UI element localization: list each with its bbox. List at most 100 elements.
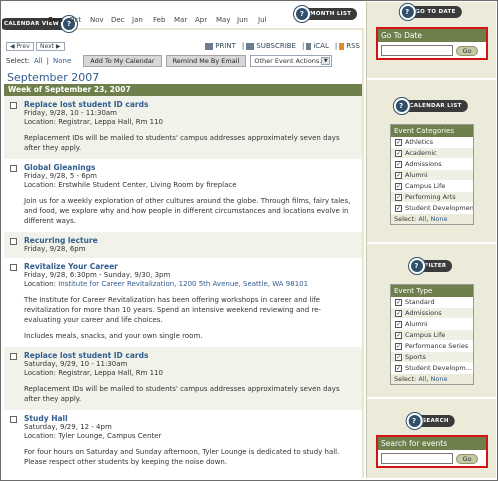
- print-link[interactable]: PRINT: [205, 42, 236, 50]
- ical-link[interactable]: | iCAL: [302, 42, 329, 50]
- checkbox[interactable]: ✓: [395, 320, 402, 328]
- go-to-date-pill[interactable]: ? GO TO DATE: [399, 4, 462, 20]
- month-list-button[interactable]: ? MONTH LIST: [294, 6, 358, 22]
- event-description: Includes meals, snacks, and your own sin…: [24, 332, 203, 340]
- event-location: Location: Registrar, Leppa Hall, Rm 110: [24, 118, 356, 127]
- event-type-item[interactable]: ✓ Alumni: [391, 319, 473, 330]
- month-link[interactable]: Dec: [111, 16, 132, 24]
- item-label: Academic: [405, 149, 437, 157]
- subscribe-link[interactable]: | SUBSCRIBE: [242, 42, 296, 50]
- event-checkbox[interactable]: [10, 102, 17, 109]
- type-select-none[interactable]: None: [431, 375, 448, 383]
- category-item[interactable]: ✓ Student Development: [391, 203, 473, 214]
- category-item[interactable]: ✓ Campus Life: [391, 181, 473, 192]
- month-link[interactable]: Jul: [258, 16, 279, 24]
- event-title[interactable]: Replace lost student ID cards: [24, 351, 356, 360]
- category-item[interactable]: ✓ Performing Arts: [391, 192, 473, 203]
- rss-link[interactable]: | RSS: [335, 42, 360, 50]
- event-description: The Institute for Career Revitalization …: [24, 296, 321, 324]
- other-actions-select[interactable]: Other Event Actions... ▼: [250, 55, 333, 67]
- checkbox[interactable]: ✓: [395, 309, 402, 317]
- checkbox[interactable]: ✓: [395, 364, 402, 372]
- search-input[interactable]: [381, 453, 453, 464]
- item-label: Performing Arts: [405, 193, 456, 201]
- calendar-icon: [246, 42, 255, 50]
- type-select-all[interactable]: All: [418, 375, 426, 383]
- checkbox[interactable]: ✓: [395, 160, 402, 168]
- calendar-list-pill[interactable]: ? CALENDAR LIST: [393, 98, 468, 114]
- checkbox[interactable]: ✓: [395, 138, 402, 146]
- event-item: Replace lost student ID cards Saturday, 9…: [4, 347, 362, 410]
- category-item[interactable]: ✓ Alumni: [391, 170, 473, 181]
- month-link[interactable]: Sep: [48, 16, 69, 24]
- item-label: Sports: [405, 353, 426, 361]
- add-to-calendar-button[interactable]: Add To My Calendar: [83, 55, 162, 67]
- date-input[interactable]: [381, 45, 453, 56]
- event-title[interactable]: Study Hall: [24, 414, 356, 423]
- event-type-item[interactable]: ✓ Performance Series: [391, 341, 473, 352]
- checkbox[interactable]: ✓: [395, 353, 402, 361]
- event-title[interactable]: Replace lost student ID cards: [24, 100, 356, 109]
- event-time: Friday, 9/28, 5 - 6pm: [24, 172, 97, 180]
- remind-by-email-button[interactable]: Remind Me By Email: [165, 55, 247, 67]
- event-checkbox[interactable]: [10, 238, 17, 245]
- checkbox[interactable]: ✓: [395, 149, 402, 157]
- checkbox[interactable]: ✓: [395, 182, 402, 190]
- event-type-item[interactable]: ✓ Admissions: [391, 308, 473, 319]
- location-prefix: Location:: [24, 118, 59, 126]
- category-item[interactable]: ✓ Athletics: [391, 137, 473, 148]
- printer-icon: [205, 42, 214, 50]
- month-link[interactable]: Apr: [195, 16, 216, 24]
- location-link[interactable]: Institute for Career Revitalization, 120…: [58, 280, 308, 288]
- event-checkbox[interactable]: [10, 264, 17, 271]
- month-link[interactable]: Mar: [174, 16, 195, 24]
- event-item: Recurring lecture Friday, 9/28, 6pm: [4, 232, 362, 258]
- month-link[interactable]: May: [216, 16, 237, 24]
- checkbox[interactable]: ✓: [395, 342, 402, 350]
- month-link[interactable]: Jan: [132, 16, 153, 24]
- event-title[interactable]: Global Gleanings: [24, 163, 356, 172]
- category-item[interactable]: ✓ Admissions: [391, 159, 473, 170]
- search-go-button[interactable]: Go: [456, 453, 478, 464]
- type-select-bar: Select: All, None: [391, 374, 473, 384]
- event-type-item[interactable]: ✓ Campus Life: [391, 330, 473, 341]
- checkbox[interactable]: ✓: [395, 298, 402, 306]
- toolbar: ◀ Prev Next ▶ PRINT | SUBSCRIBE | iCAL |…: [6, 42, 360, 54]
- month-bar: CALENDAR VIEW ? Sep Oct Nov Dec Jan Feb Mar Apr…: [2, 2, 364, 32]
- month-link[interactable]: Oct: [69, 16, 90, 24]
- event-checkbox[interactable]: [10, 165, 17, 172]
- filter-pill[interactable]: ? FILTER: [408, 258, 453, 274]
- event-type-panel: Event Type ✓ Standard ✓ Admissions ✓ Alumni ✓ C…: [390, 284, 474, 385]
- category-item[interactable]: ✓ Academic: [391, 148, 473, 159]
- help-icon: ?: [399, 4, 416, 20]
- item-label: Campus Life: [405, 331, 446, 339]
- category-select-none[interactable]: None: [431, 215, 448, 223]
- checkbox[interactable]: ✓: [395, 204, 402, 212]
- item-label: Alumni: [405, 320, 428, 328]
- category-select-all[interactable]: All: [418, 215, 426, 223]
- event-type-item[interactable]: ✓ Standard: [391, 297, 473, 308]
- next-button[interactable]: Next ▶: [36, 42, 65, 51]
- checkbox[interactable]: ✓: [395, 193, 402, 201]
- item-label: Standard: [405, 298, 435, 306]
- event-type-item[interactable]: ✓ Student Developm...: [391, 363, 473, 374]
- location-text: Tyler Lounge, Campus Center: [58, 432, 162, 440]
- checkbox[interactable]: ✓: [395, 171, 402, 179]
- event-type-item[interactable]: ✓ Sports: [391, 352, 473, 363]
- month-link[interactable]: Nov: [90, 16, 111, 24]
- location-text: Erstwhile Student Center, Living Room by…: [58, 181, 237, 189]
- go-date-button[interactable]: Go: [456, 45, 478, 56]
- select-all-link[interactable]: All: [34, 57, 43, 65]
- month-link[interactable]: Feb: [153, 16, 174, 24]
- select-none-link[interactable]: None: [53, 57, 71, 65]
- month-link[interactable]: Jun: [237, 16, 258, 24]
- event-checkbox[interactable]: [10, 416, 17, 423]
- event-checkbox[interactable]: [10, 353, 17, 360]
- checkbox[interactable]: ✓: [395, 331, 402, 339]
- location-text: Registrar, Leppa Hall, Rm 110: [58, 118, 163, 126]
- search-pill[interactable]: ? SEARCH: [406, 413, 455, 429]
- location-text: Registrar, Leppa Hall, Rm 110: [58, 369, 163, 377]
- event-title[interactable]: Revitalize Your Career: [24, 262, 356, 271]
- event-title[interactable]: Recurring lecture: [24, 236, 356, 245]
- prev-button[interactable]: ◀ Prev: [6, 42, 34, 51]
